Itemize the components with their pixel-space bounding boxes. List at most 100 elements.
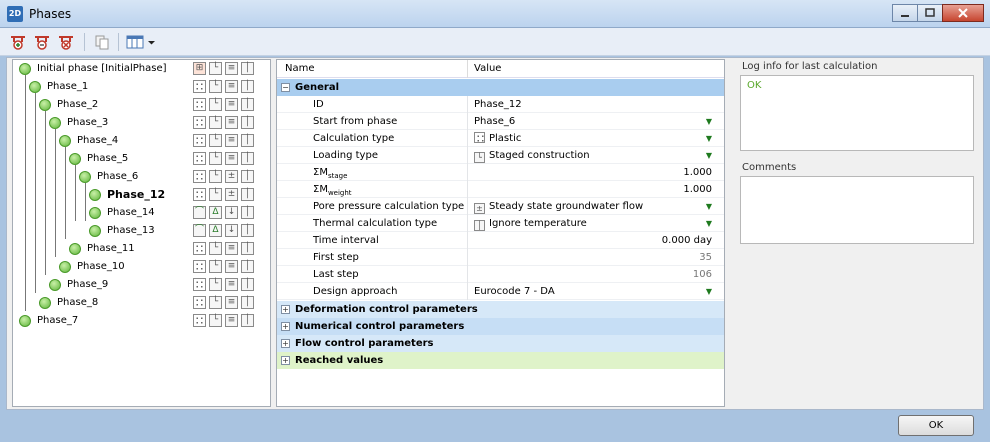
calculation-type-icon: ⊞ [193, 62, 206, 75]
delete-phase-button[interactable] [56, 32, 76, 52]
phase-status-icon [39, 99, 51, 111]
dropdown-arrow-icon[interactable]: ▼ [706, 215, 712, 232]
minimize-button[interactable] [892, 4, 918, 22]
chevron-down-icon [148, 40, 155, 44]
plastic-icon [193, 98, 206, 111]
expand-icon[interactable]: + [281, 305, 290, 314]
thermal-icon: │ [241, 62, 254, 75]
phase-label: Phase_11 [87, 243, 135, 254]
temperature-icon: │ [241, 134, 254, 147]
group-numerical-control[interactable]: + Numerical control parameters [277, 318, 724, 335]
prop-pore-pressure[interactable]: Pore pressure calculation type ± Steady s… [277, 198, 724, 215]
plastic-icon [193, 80, 206, 93]
prop-value: 1.000 [683, 184, 712, 195]
phase-icons: └ ± │ [193, 170, 254, 183]
groundwater-icon: ≡ [225, 278, 238, 291]
dropdown-arrow-icon[interactable]: ▼ [706, 113, 712, 130]
group-label: Deformation control parameters [295, 304, 478, 315]
phase-icons: ⌒ Δ ↓ │ [193, 206, 254, 219]
collapse-icon[interactable]: − [281, 83, 290, 92]
comments-textarea[interactable] [740, 176, 974, 244]
prop-value-wrap: │ Ignore temperature [474, 215, 587, 232]
safety-icon: Δ [209, 224, 222, 237]
prop-name: Time interval [313, 235, 379, 246]
staged-construction-icon: └ [209, 242, 222, 255]
prop-time-interval[interactable]: Time interval 0.000 day [277, 232, 724, 249]
group-label: Flow control parameters [295, 338, 434, 349]
dropdown-arrow-icon[interactable]: ▼ [706, 130, 712, 147]
prop-start-from-phase[interactable]: Start from phase Phase_6 ▼ [277, 113, 724, 130]
log-text: OK [747, 80, 762, 91]
prop-value: Phase_6 [474, 116, 516, 127]
phase-label: Phase_9 [67, 279, 109, 290]
phase-status-icon [49, 117, 61, 129]
insert-phase-button[interactable] [32, 32, 52, 52]
prop-name-main: ΣM [313, 167, 328, 178]
copy-button[interactable] [92, 32, 112, 52]
phase-label: Phase_3 [67, 117, 109, 128]
property-grid: Name Value − General ID Phase_12 Start f… [276, 59, 725, 407]
prop-loading-type[interactable]: Loading type └ Staged construction ▼ [277, 147, 724, 164]
plastic-icon [193, 278, 206, 291]
prop-first-step[interactable]: First step 35 [277, 249, 724, 266]
staged-construction-icon: └ [474, 152, 485, 163]
prop-calculation-type[interactable]: Calculation type Plastic ▼ [277, 130, 724, 147]
close-button[interactable] [942, 4, 984, 22]
prop-name: Pore pressure calculation type [313, 201, 465, 212]
phase-status-icon [89, 207, 101, 219]
toolbar-separator [84, 33, 85, 51]
prop-id[interactable]: ID Phase_12 [277, 96, 724, 113]
ok-button[interactable]: OK [898, 415, 974, 436]
close-icon [958, 8, 968, 18]
prop-value: 106 [692, 269, 712, 280]
phase-icons: └ ≡ │ [193, 80, 254, 93]
plastic-icon [193, 134, 206, 147]
expand-icon[interactable]: + [281, 339, 290, 348]
prop-value-wrap: ± Steady state groundwater flow [474, 198, 643, 215]
group-flow-control[interactable]: + Flow control parameters [277, 335, 724, 352]
prop-thermal[interactable]: Thermal calculation type │ Ignore tempera… [277, 215, 724, 232]
group-label: General [295, 82, 339, 93]
groundwater-icon: ≡ [225, 152, 238, 165]
dropdown-arrow-icon[interactable]: ▼ [706, 147, 712, 164]
phase-label: Phase_10 [77, 261, 125, 272]
prop-value: Eurocode 7 - DA [474, 286, 555, 297]
prop-msf-stage[interactable]: ΣMstage 1.000 [277, 164, 724, 181]
columns-button[interactable] [124, 32, 158, 52]
pore-pressure-icon: ≡ [225, 62, 238, 75]
maximize-button[interactable] [917, 4, 943, 22]
dropdown-arrow-icon[interactable]: ▼ [706, 283, 712, 300]
prop-design-approach[interactable]: Design approach Eurocode 7 - DA ▼ [277, 283, 724, 300]
phase-tree[interactable]: Initial phase [InitialPhase] Phase_1 Pha… [12, 59, 271, 407]
temperature-icon: │ [241, 296, 254, 309]
prop-name: Thermal calculation type [313, 218, 438, 229]
temperature-icon: │ [241, 314, 254, 327]
expand-icon[interactable]: + [281, 356, 290, 365]
info-panel: Log info for last calculation OK Comment… [734, 59, 980, 407]
log-box: OK [740, 75, 974, 151]
phase-label: Phase_12 [107, 188, 166, 201]
prop-value: 0.000 day [661, 235, 712, 246]
window-controls [892, 4, 984, 22]
group-deformation-control[interactable]: + Deformation control parameters [277, 301, 724, 318]
group-reached-values[interactable]: + Reached values [277, 352, 724, 369]
prop-last-step[interactable]: Last step 106 [277, 266, 724, 283]
prop-msf-weight[interactable]: ΣMweight 1.000 [277, 181, 724, 198]
tree-line [75, 165, 76, 221]
prop-value-wrap: └ Staged construction [474, 147, 590, 164]
staged-construction-icon: └ [209, 80, 222, 93]
phase-icons: └ ≡ │ [193, 314, 254, 327]
group-label: Reached values [295, 355, 384, 366]
groundwater-icon: ≡ [225, 242, 238, 255]
prop-value: Phase_12 [474, 99, 522, 110]
phase-icons: └ ≡ │ [193, 296, 254, 309]
phase-status-icon [89, 225, 101, 237]
group-label: Numerical control parameters [295, 321, 465, 332]
expand-icon[interactable]: + [281, 322, 290, 331]
prop-name: Start from phase [313, 116, 398, 127]
group-general[interactable]: − General [277, 79, 724, 96]
grid-header: Name Value [277, 60, 724, 78]
prop-value: Plastic [489, 133, 522, 144]
add-phase-button[interactable] [8, 32, 28, 52]
dropdown-arrow-icon[interactable]: ▼ [706, 198, 712, 215]
